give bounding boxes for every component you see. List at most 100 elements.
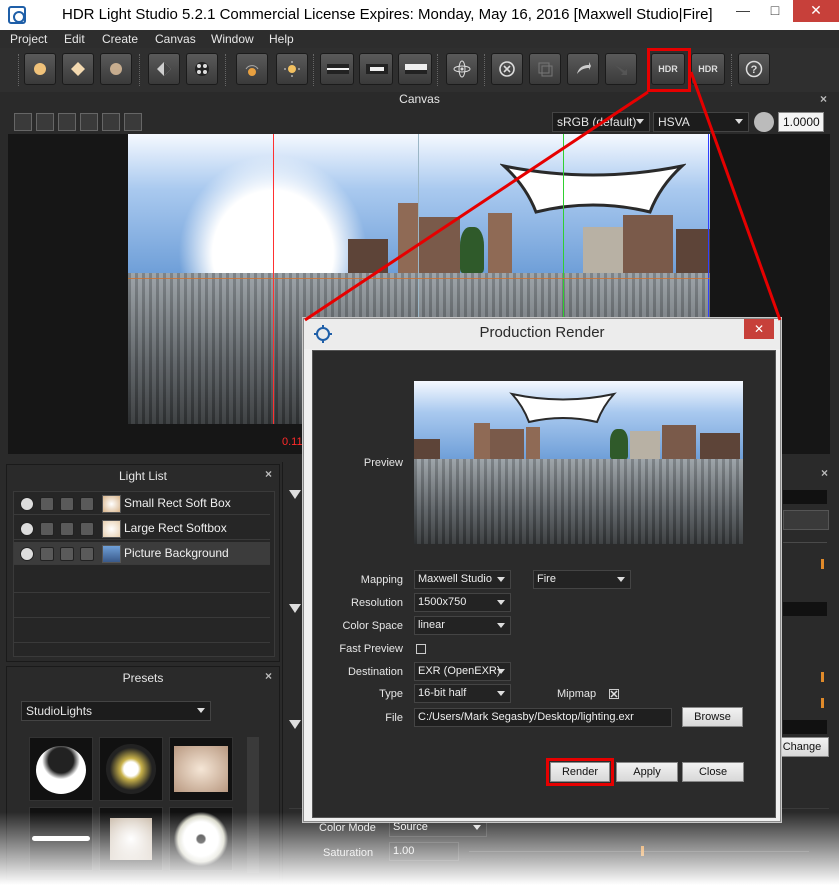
select-tool-icon[interactable] [36,113,54,131]
saturation-slider[interactable] [469,851,809,852]
menu-project[interactable]: Project [10,32,47,46]
slider-knob[interactable] [821,698,824,708]
color-mode-value: HSVA [658,115,690,129]
building-image [398,203,418,274]
menu-help[interactable]: Help [269,32,294,46]
solo-icon[interactable] [40,497,54,511]
solo-icon[interactable] [40,547,54,561]
saturation-slider-knob[interactable] [641,846,644,856]
list-item[interactable]: Large Rect Softbox [14,517,270,540]
building-image [526,427,540,460]
browse-button[interactable]: Browse [682,707,743,727]
zoom-tool-icon[interactable] [80,113,98,131]
list-item[interactable]: Picture Background [14,542,270,565]
sun-sky-button[interactable] [276,53,308,85]
undo-icon [577,62,591,74]
crop-button[interactable] [529,53,561,85]
pan-tool-icon[interactable] [58,113,76,131]
minimize-button[interactable]: — [728,0,758,22]
menu-window[interactable]: Window [211,32,254,46]
fast-preview-checkbox[interactable] [416,644,426,654]
atom-button[interactable] [446,53,478,85]
undo-button[interactable] [567,53,599,85]
resolution-select[interactable]: 1500x750 [414,593,511,612]
saturation-input[interactable]: 1.00 [389,842,459,861]
expand-arrow-icon[interactable] [289,604,301,613]
panorama-button[interactable] [359,53,393,85]
gradient-light-button[interactable] [148,53,180,85]
spot-light-button[interactable] [24,53,56,85]
color-mode-select[interactable]: HSVA [653,112,749,132]
resolution-value: 1500x750 [418,596,467,608]
slider-track[interactable] [783,542,827,543]
expand-arrow-icon[interactable] [289,490,301,499]
type-select[interactable]: 16-bit half [414,684,511,703]
mapping-select[interactable]: Maxwell Studio [414,570,511,589]
dialog-close-button[interactable]: ✕ [744,319,774,339]
select-icon[interactable] [60,547,74,561]
lock-icon[interactable] [80,522,94,536]
menu-create[interactable]: Create [102,32,138,46]
file-path-input[interactable]: C:/Users/Mark Segasby/Desktop/lighting.e… [414,708,672,727]
canvas-toolbar: sRGB (default) HSVA 1.0000 [0,110,839,134]
visibility-icon[interactable] [20,522,34,536]
preset-category-select[interactable]: StudioLights [21,701,211,721]
preset-thumbnail[interactable] [99,737,163,801]
preset-thumbnail[interactable] [169,737,233,801]
presets-close-icon[interactable]: × [265,669,272,683]
close-button[interactable]: Close [682,762,744,782]
property-field[interactable] [783,510,829,530]
toolbar-separator [225,54,229,86]
delete-button[interactable] [491,53,523,85]
rect-gradient-button[interactable] [320,53,354,85]
list-item[interactable]: Small Rect Soft Box [14,492,270,515]
destination-select[interactable]: EXR (OpenEXR) [414,662,511,681]
lock-icon[interactable] [80,547,94,561]
properties-close-icon[interactable]: × [821,466,828,480]
sun-light-button[interactable] [236,53,268,85]
select-icon[interactable] [60,497,74,511]
maximize-button[interactable]: □ [760,0,790,22]
presets-scrollbar[interactable] [247,737,259,873]
fit-tool-icon[interactable] [124,113,142,131]
area-light-button[interactable] [62,53,94,85]
slider-knob[interactable] [821,559,824,569]
select-icon[interactable] [60,522,74,536]
menu-edit[interactable]: Edit [64,32,85,46]
change-button[interactable]: Change [775,737,829,757]
panorama-wide-button[interactable] [398,53,432,85]
visibility-icon[interactable] [20,497,34,511]
panorama-wide-icon [405,64,427,74]
marquee-tool-icon[interactable] [102,113,120,131]
hdr-export-button[interactable]: HDR [691,53,725,85]
slider-knob[interactable] [821,672,824,682]
preset-thumbnail[interactable] [29,737,93,801]
canvas-close-icon[interactable]: × [820,92,827,106]
lock-icon[interactable] [80,497,94,511]
close-window-button[interactable]: ✕ [793,0,839,22]
mapping-preset-select[interactable]: Fire [533,570,631,589]
mipmap-checkbox[interactable] [609,689,619,699]
redo-button[interactable] [605,53,637,85]
canvas-title: Canvas [399,92,440,106]
exposure-dial-icon[interactable] [754,112,774,132]
exposure-input[interactable]: 1.0000 [778,112,824,132]
expand-arrow-icon[interactable] [289,720,301,729]
apply-button[interactable]: Apply [616,762,678,782]
atom-icon [453,60,471,78]
soft-light-button[interactable] [100,53,132,85]
solo-icon[interactable] [40,522,54,536]
pattern-light-button[interactable] [186,53,218,85]
preset-thumbnail[interactable] [169,807,233,871]
preset-thumbnail[interactable] [99,807,163,871]
color-space-select[interactable]: linear [414,616,511,635]
visibility-icon[interactable] [20,547,34,561]
preset-thumbnail[interactable] [29,807,93,871]
move-tool-icon[interactable] [14,113,32,131]
destination-value: EXR (OpenEXR) [418,665,501,677]
toolbar-separator [313,54,317,86]
color-profile-select[interactable]: sRGB (default) [552,112,650,132]
menu-canvas[interactable]: Canvas [155,32,196,46]
light-list-close-icon[interactable]: × [265,467,272,481]
help-button[interactable]: ? [738,53,770,85]
